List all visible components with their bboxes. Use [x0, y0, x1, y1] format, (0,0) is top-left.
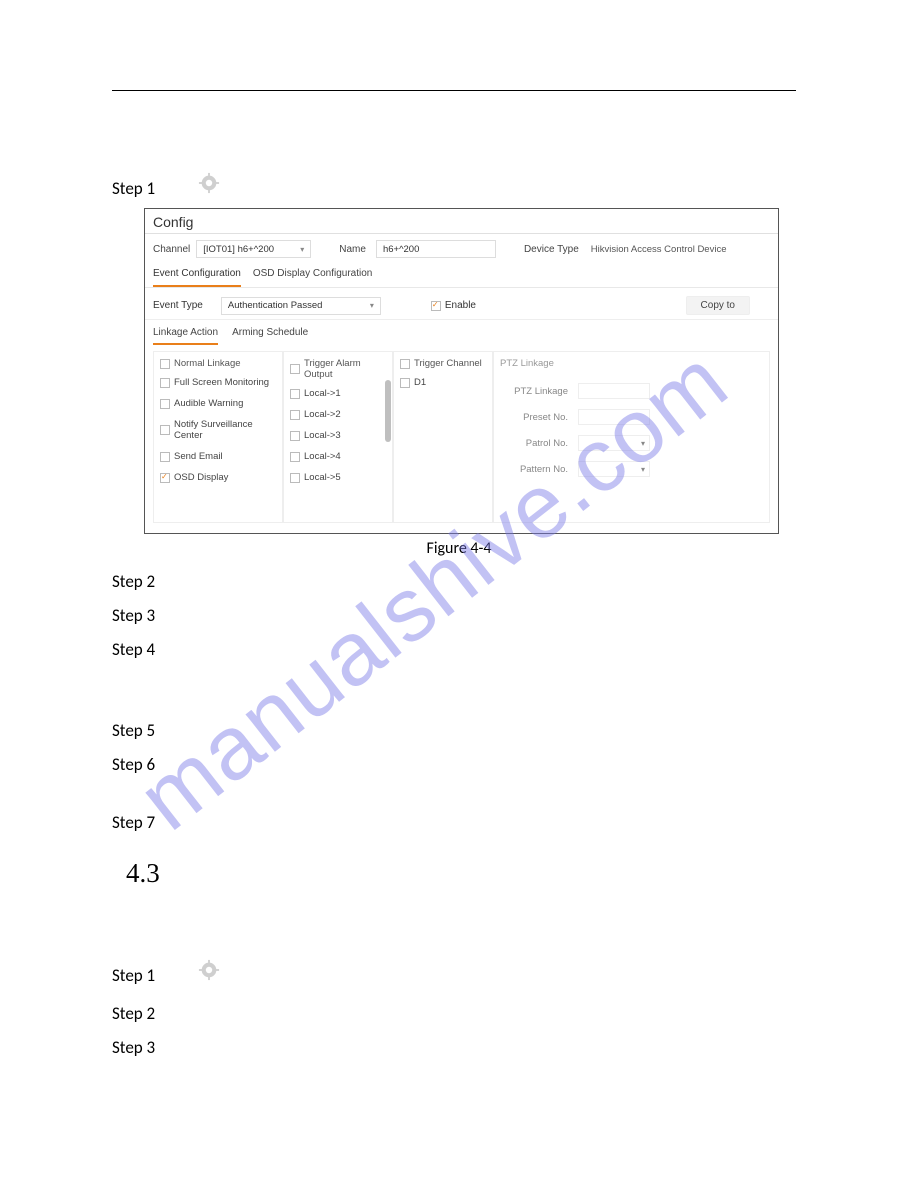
- subtab-linkage-action[interactable]: Linkage Action: [153, 324, 218, 345]
- pattern-no-select[interactable]: ▾: [578, 461, 650, 477]
- opt-label: Full Screen Monitoring: [174, 377, 269, 388]
- step-b-2: Step 2: [112, 1003, 155, 1024]
- trigger-alarm-header: Trigger Alarm Output: [304, 358, 386, 380]
- pattern-no-label: Pattern No.: [506, 464, 568, 475]
- ptz-linkage-label: PTZ Linkage: [506, 386, 568, 397]
- panel-title: Config: [145, 209, 778, 234]
- opt-label: Notify Surveillance Center: [174, 419, 276, 441]
- opt-osd-display-checkbox[interactable]: [160, 473, 170, 483]
- trigger-alarm-checkbox[interactable]: [290, 364, 300, 374]
- normal-linkage-header: Normal Linkage: [174, 358, 241, 369]
- step-a-2: Step 2: [112, 571, 155, 592]
- step-b-3: Step 3: [112, 1037, 155, 1058]
- tab-osd-display-configuration[interactable]: OSD Display Configuration: [253, 264, 373, 287]
- chevron-down-icon: ▾: [641, 439, 645, 448]
- gear-icon: [198, 959, 220, 981]
- opt-notify-checkbox[interactable]: [160, 425, 170, 435]
- opt-send-email-checkbox[interactable]: [160, 452, 170, 462]
- channel-select[interactable]: [IOT01] h6+^200 ▾: [196, 240, 311, 258]
- name-label: Name: [339, 244, 366, 255]
- name-input[interactable]: h6+^200: [376, 240, 496, 258]
- local-4-checkbox[interactable]: [290, 452, 300, 462]
- local-5-checkbox[interactable]: [290, 473, 300, 483]
- scrollbar[interactable]: [385, 380, 391, 516]
- channel-label: Channel: [153, 244, 190, 255]
- preset-no-select[interactable]: [578, 409, 650, 425]
- local-3-checkbox[interactable]: [290, 431, 300, 441]
- step-a-4: Step 4: [112, 639, 155, 660]
- step-a-5: Step 5: [112, 720, 155, 741]
- opt-label: Local->2: [304, 409, 341, 420]
- step-a-1: Step 1: [112, 178, 155, 199]
- copy-to-button[interactable]: Copy to: [686, 296, 750, 315]
- chevron-down-icon: ▾: [641, 465, 645, 474]
- row-channel: Channel [IOT01] h6+^200 ▾ Name h6+^200 D…: [145, 234, 778, 264]
- enable-label: Enable: [445, 300, 476, 311]
- ptz-linkage-select[interactable]: [578, 383, 650, 399]
- trigger-channel-checkbox[interactable]: [400, 359, 410, 369]
- local-2-checkbox[interactable]: [290, 410, 300, 420]
- device-type-value: Hikvision Access Control Device: [591, 244, 727, 255]
- opt-label: Local->4: [304, 451, 341, 462]
- page-rule: [112, 90, 796, 91]
- step-a-3: Step 3: [112, 605, 155, 626]
- device-type-label: Device Type: [524, 244, 579, 255]
- subtab-arming-schedule[interactable]: Arming Schedule: [232, 324, 308, 345]
- ptz-linkage-header: PTZ Linkage: [500, 358, 554, 369]
- patrol-no-select[interactable]: ▾: [578, 435, 650, 451]
- patrol-no-label: Patrol No.: [506, 438, 568, 449]
- figure-caption: Figure 4-4: [0, 539, 918, 558]
- opt-label: OSD Display: [174, 472, 228, 483]
- linkage-body: Normal Linkage Full Screen Monitoring Au…: [145, 345, 778, 531]
- config-panel: Config Channel [IOT01] h6+^200 ▾ Name h6…: [144, 208, 779, 534]
- opt-audible-warning-checkbox[interactable]: [160, 399, 170, 409]
- col-trigger-alarm-output: Trigger Alarm Output Local->1 Local->2 L…: [283, 351, 393, 523]
- col-normal-linkage: Normal Linkage Full Screen Monitoring Au…: [153, 351, 283, 523]
- enable-checkbox[interactable]: [431, 301, 441, 311]
- opt-label: Local->1: [304, 388, 341, 399]
- preset-no-label: Preset No.: [506, 412, 568, 423]
- opt-label: Audible Warning: [174, 398, 243, 409]
- row-event-type: Event Type Authentication Passed ▾ Enabl…: [145, 288, 778, 320]
- opt-full-screen-checkbox[interactable]: [160, 378, 170, 388]
- chevron-down-icon: ▾: [300, 245, 304, 254]
- main-tabs: Event Configuration OSD Display Configur…: [145, 264, 778, 288]
- opt-label: Local->5: [304, 472, 341, 483]
- step-a-7: Step 7: [112, 812, 155, 833]
- sub-tabs: Linkage Action Arming Schedule: [145, 320, 778, 345]
- opt-label: Local->3: [304, 430, 341, 441]
- name-value: h6+^200: [383, 244, 419, 255]
- event-type-value: Authentication Passed: [228, 300, 323, 311]
- channel-value: [IOT01] h6+^200: [203, 244, 274, 255]
- col-ptz-linkage: PTZ Linkage PTZ Linkage Preset No. Patro…: [493, 351, 770, 523]
- col-trigger-channel: Trigger Channel D1: [393, 351, 493, 523]
- step-b-1: Step 1: [112, 965, 155, 986]
- step-a-6: Step 6: [112, 754, 155, 775]
- opt-label: D1: [414, 377, 426, 388]
- tab-event-configuration[interactable]: Event Configuration: [153, 264, 241, 287]
- trigger-channel-header: Trigger Channel: [414, 358, 482, 369]
- gear-icon: [198, 172, 220, 194]
- scrollbar-thumb[interactable]: [385, 380, 391, 442]
- normal-linkage-checkbox[interactable]: [160, 359, 170, 369]
- chevron-down-icon: ▾: [370, 301, 374, 310]
- local-1-checkbox[interactable]: [290, 389, 300, 399]
- opt-label: Send Email: [174, 451, 223, 462]
- d1-checkbox[interactable]: [400, 378, 410, 388]
- event-type-label: Event Type: [153, 300, 203, 311]
- section-number: 4.3: [126, 858, 160, 889]
- event-type-select[interactable]: Authentication Passed ▾: [221, 297, 381, 315]
